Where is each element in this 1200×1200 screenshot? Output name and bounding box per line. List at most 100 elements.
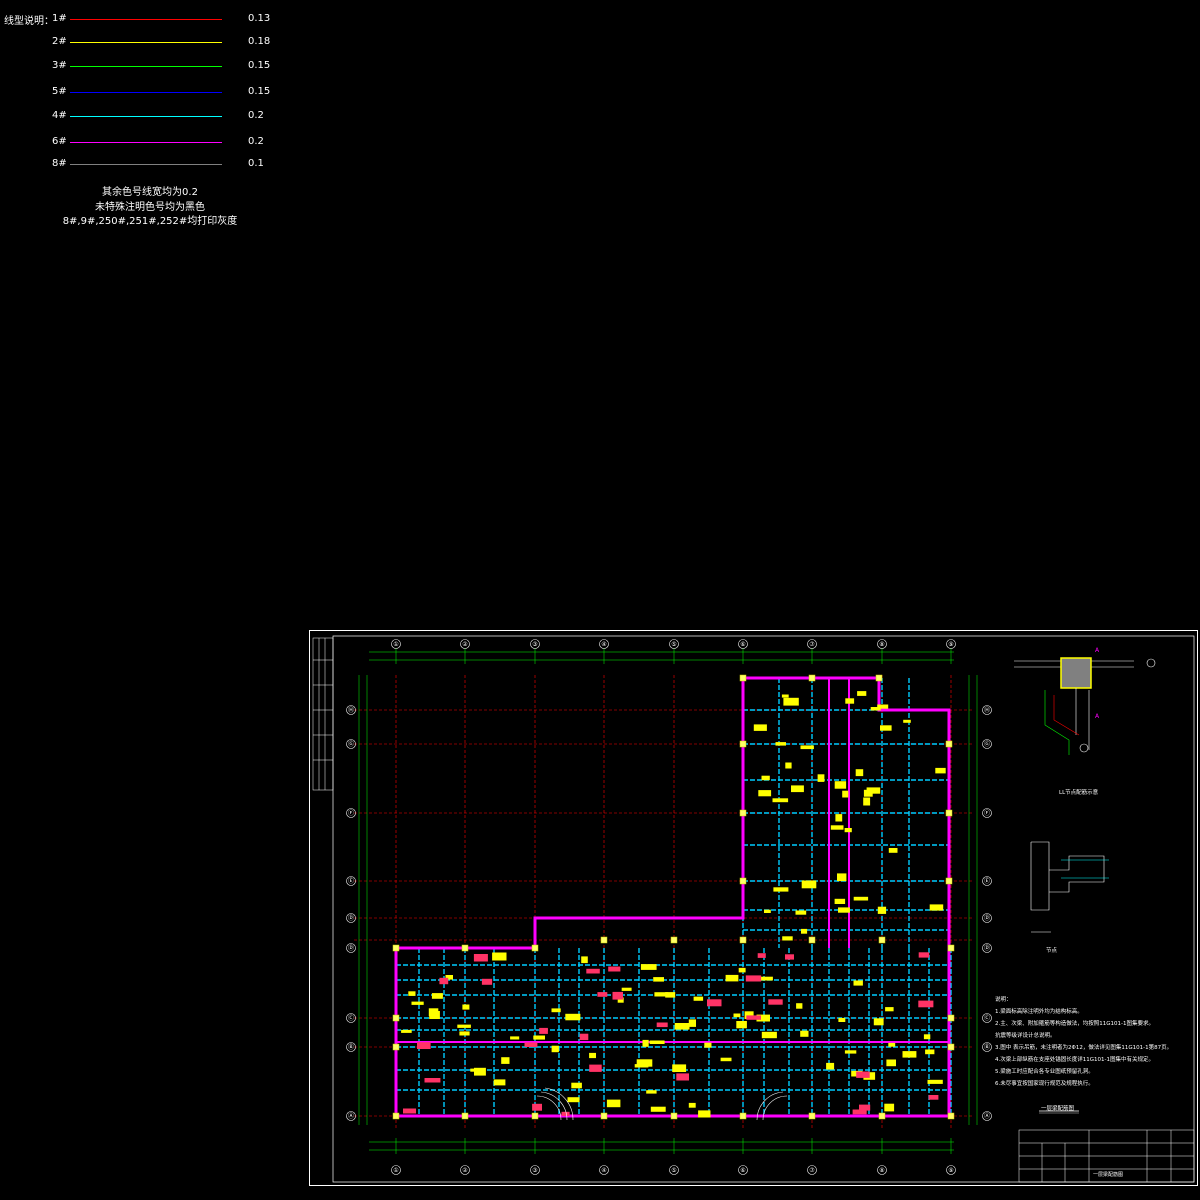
beam-label-block <box>567 1097 580 1103</box>
sheet-border <box>309 630 1198 1186</box>
beam-label-block <box>844 828 852 833</box>
beam-label-block <box>428 1008 439 1017</box>
beam-label-block <box>758 790 772 797</box>
beam-label-block <box>586 968 600 974</box>
column <box>392 1112 400 1120</box>
axis-letter: Ⓔ <box>348 877 354 885</box>
axis-letter: Ⓕ <box>984 809 990 817</box>
beam-label-block <box>775 742 786 746</box>
binding-strip <box>312 637 334 791</box>
beam-label-block <box>781 694 789 698</box>
beam-label-block <box>796 1003 803 1009</box>
axis-letter: Ⓗ <box>984 706 990 714</box>
note-line: 抗震等级详设计总说明。 <box>995 1033 1056 1039</box>
beam-label-block <box>606 1099 621 1108</box>
beam-label-block <box>927 1079 943 1084</box>
column <box>392 1014 400 1022</box>
beam-label-block <box>753 724 767 731</box>
column <box>739 809 747 817</box>
note-line: 4.次梁上部纵筋在支座处锚固长度详11G101-1图集中有关规定。 <box>995 1057 1154 1063</box>
beam-label-block <box>857 691 867 696</box>
legend-row-line <box>70 66 222 67</box>
axis-letter: Ⓒ <box>984 1014 990 1022</box>
column <box>945 877 953 885</box>
beam-label-block <box>551 1008 561 1013</box>
beam-label-block <box>510 1036 520 1040</box>
beam-label-block <box>736 1021 747 1029</box>
beam-label-block <box>925 1049 935 1055</box>
beam-label-block <box>764 909 771 913</box>
beam-label-block <box>886 1059 896 1067</box>
beam-label-block <box>656 1022 668 1028</box>
legend-note: 其余色号线宽均为0.2 <box>102 187 198 198</box>
beam-label-block <box>830 825 844 830</box>
column <box>875 674 883 682</box>
beam-label-block <box>571 1082 582 1089</box>
legend-row-number: 1# <box>52 13 67 24</box>
beam-label-block <box>761 775 770 781</box>
note-line: 6.未尽事宜按国家现行规范及规程执行。 <box>995 1081 1094 1087</box>
beam-label-block <box>653 977 664 982</box>
beam-label-block <box>801 928 808 934</box>
legend-row-width: 0.2 <box>248 110 264 121</box>
beam-label-block <box>903 719 911 723</box>
beam-label-block <box>855 769 864 777</box>
beam-label-block <box>401 1029 412 1033</box>
legend-row: 4# 0.2 <box>0 110 300 124</box>
legend-row-width: 0.15 <box>248 60 271 71</box>
beam-label-block <box>866 787 881 794</box>
beam-label-block <box>539 1027 548 1034</box>
beam-label-block <box>688 1019 696 1027</box>
svg-text:A: A <box>1095 647 1100 654</box>
beam-label-block <box>885 1007 894 1012</box>
beam-label-block <box>565 1013 581 1021</box>
beam-label-block <box>785 762 792 769</box>
axis-number: ⑦ <box>809 1167 815 1174</box>
beam-label-block <box>672 1064 687 1072</box>
column <box>461 944 469 952</box>
beam-label-block <box>785 954 794 960</box>
legend-row-width: 0.18 <box>248 36 271 47</box>
column <box>947 1014 955 1022</box>
axis-bubbles: ① ① ② ② ③ ③ ④ ④ ⑤ ⑤ ⑥ ⑥ ⑦ ⑦ ⑧ ⑧ ⑨ ⑨ Ⓗ Ⓗ Ⓖ Ⓖ Ⓕ Ⓕ Ⓔ Ⓔ Ⓓ Ⓓ Ⓓ Ⓓ Ⓒ Ⓒ Ⓑ Ⓑ Ⓐ Ⓐ <box>346 639 992 1175</box>
svg-text:A: A <box>1095 713 1100 720</box>
beam-label-block <box>757 953 766 958</box>
axis-letter: Ⓐ <box>348 1112 354 1120</box>
legend-row-number: 2# <box>52 36 67 47</box>
beam-label-block <box>773 887 789 892</box>
axis-number: ② <box>462 1167 468 1174</box>
axis-number: ⑥ <box>740 641 745 648</box>
legend-row: 6# 0.2 <box>0 136 300 150</box>
column <box>945 809 953 817</box>
line-legend: 线型说明： 1# 0.13 2# 0.18 3# 0.15 5# 0.15 4#… <box>0 0 300 230</box>
column <box>878 936 886 944</box>
beam-label-block <box>768 999 783 1005</box>
beam-label-block <box>783 697 799 706</box>
column <box>531 944 539 952</box>
beam-label-block <box>761 1031 777 1039</box>
axis-number: ③ <box>532 641 537 648</box>
note-line: 1.梁面标高除注明外均为结构标高。 <box>995 1009 1083 1015</box>
beam-label-block <box>676 1073 689 1081</box>
column <box>739 936 747 944</box>
columns <box>392 674 955 1120</box>
beam-label-block <box>888 1042 896 1047</box>
legend-row-number: 6# <box>52 136 67 147</box>
notes-heading: 说明： <box>995 997 1012 1003</box>
beam-label-block <box>704 1042 712 1048</box>
beam-label-block <box>640 964 657 970</box>
axis-number: ① <box>393 1167 398 1174</box>
beam-label-block <box>579 1033 589 1041</box>
beam-label-block <box>800 745 814 750</box>
beam-label-block <box>733 1013 741 1018</box>
legend-row-width: 0.2 <box>248 136 264 147</box>
column <box>600 936 608 944</box>
beam-label-block <box>693 996 704 1001</box>
beam-label-block <box>918 952 930 958</box>
beam-label-block <box>746 1015 761 1020</box>
axis-number: ④ <box>601 641 606 648</box>
beam-label-block <box>800 1030 809 1037</box>
title-block-drawing-name: 一层梁配筋图 <box>1093 1172 1124 1178</box>
column <box>739 1112 747 1120</box>
beam-label-block <box>492 952 507 961</box>
